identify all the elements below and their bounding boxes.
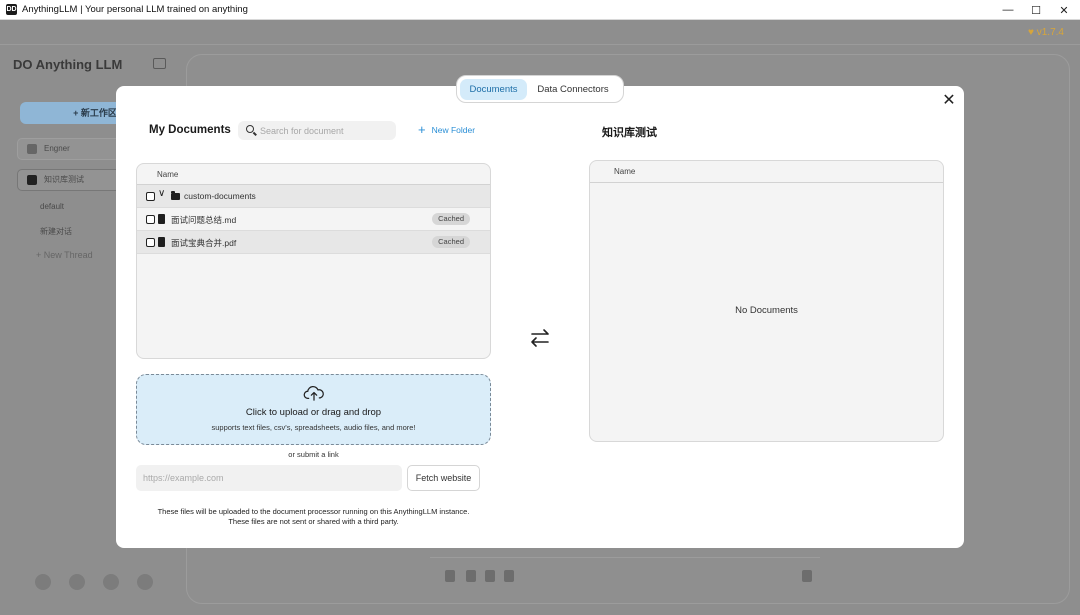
privacy-note: These files will be uploaded to the docu…	[136, 507, 491, 527]
new-folder-button[interactable]: + New Folder	[418, 123, 475, 137]
file-checkbox[interactable]	[146, 238, 155, 247]
maximize-button[interactable]: ☐	[1021, 0, 1051, 20]
file-icon	[158, 214, 165, 224]
file-name: 面试问题总结.md	[171, 215, 237, 225]
folder-name: custom-documents	[184, 191, 256, 201]
file-checkbox[interactable]	[146, 215, 155, 224]
app-logo-icon: DD	[6, 4, 17, 15]
window-close-button[interactable]: ✕	[1049, 0, 1079, 20]
workspace-icon	[27, 144, 37, 154]
chevron-down-icon[interactable]: ∨	[158, 188, 165, 199]
thread-item-default[interactable]: default	[40, 202, 64, 211]
new-thread-button[interactable]: + New Thread	[36, 250, 93, 260]
cached-badge: Cached	[432, 236, 470, 248]
empty-state: No Documents	[735, 305, 798, 316]
or-submit-link-label: or submit a link	[288, 450, 339, 459]
folder-checkbox[interactable]	[146, 192, 155, 201]
column-header-name: Name	[137, 164, 490, 185]
discord-icon[interactable]	[103, 574, 119, 590]
document-manager-modal: ✕ My Documents + New Folder Name ∨ custo…	[116, 86, 964, 548]
plus-icon: +	[418, 122, 426, 137]
brand-logo: DO Anything LLM	[13, 57, 123, 72]
slash-command-icon[interactable]	[466, 570, 476, 582]
microphone-icon[interactable]	[802, 570, 812, 582]
cached-badge: Cached	[432, 213, 470, 225]
upload-subtitle: supports text files, csv's, spreadsheets…	[211, 423, 416, 432]
privacy-note-line: These files are not sent or shared with …	[228, 517, 399, 526]
tab-documents[interactable]: Documents	[460, 78, 527, 100]
app-topbar	[0, 20, 1080, 45]
sidebar-item-label: 知识库测试	[44, 175, 84, 184]
window-title: AnythingLLM | Your personal LLM trained …	[22, 4, 248, 15]
document-search[interactable]	[238, 121, 396, 140]
workspace-title: 知识库测试	[602, 127, 657, 139]
tab-data-connectors[interactable]: Data Connectors	[527, 79, 619, 100]
url-input[interactable]	[136, 465, 402, 491]
file-name: 面试宝典合并.pdf	[171, 238, 237, 248]
upload-title: Click to upload or drag and drop	[245, 407, 382, 418]
fetch-website-button[interactable]: Fetch website	[407, 465, 480, 491]
search-icon	[246, 125, 254, 133]
thread-item-new[interactable]: 新建对话	[40, 226, 72, 237]
privacy-note-line: These files will be uploaded to the docu…	[157, 507, 470, 516]
text-size-icon[interactable]	[504, 570, 514, 582]
my-documents-title: My Documents	[149, 124, 231, 136]
sidebar-item-label: Engner	[44, 144, 70, 153]
minimize-button[interactable]: —	[993, 0, 1023, 20]
modal-tabs: Documents Data Connectors	[456, 75, 624, 103]
sidebar-footer	[35, 574, 153, 590]
new-folder-label: New Folder	[431, 125, 476, 135]
file-row[interactable]: 面试宝典合并.pdf Cached	[137, 231, 490, 254]
chat-input-bar	[430, 557, 820, 593]
folder-icon	[171, 191, 180, 200]
cloud-upload-icon	[303, 386, 324, 401]
settings-icon[interactable]	[137, 574, 153, 590]
workspace-documents-list: Name No Documents	[589, 160, 944, 442]
link-icon[interactable]	[35, 574, 51, 590]
sidebar-collapse-icon[interactable]	[153, 58, 166, 69]
folder-row[interactable]: ∨ custom-documents	[137, 185, 490, 208]
file-row[interactable]: 面试问题总结.md Cached	[137, 208, 490, 231]
agent-icon[interactable]	[485, 570, 495, 582]
docs-icon[interactable]	[69, 574, 85, 590]
my-documents-list: Name ∨ custom-documents 面试问题总结.md Cached…	[136, 163, 491, 359]
attach-icon[interactable]	[445, 570, 455, 582]
swap-arrows-icon	[531, 329, 549, 347]
search-input[interactable]	[260, 121, 390, 140]
window-titlebar: DD AnythingLLM | Your personal LLM train…	[0, 0, 1080, 20]
column-header-name: Name	[590, 161, 943, 183]
workspace-icon	[27, 175, 37, 185]
file-icon	[158, 237, 165, 247]
version-badge: ♥ v1.7.4	[1028, 27, 1064, 38]
upload-dropzone[interactable]: Click to upload or drag and drop support…	[136, 374, 491, 445]
close-icon[interactable]: ✕	[942, 93, 956, 109]
